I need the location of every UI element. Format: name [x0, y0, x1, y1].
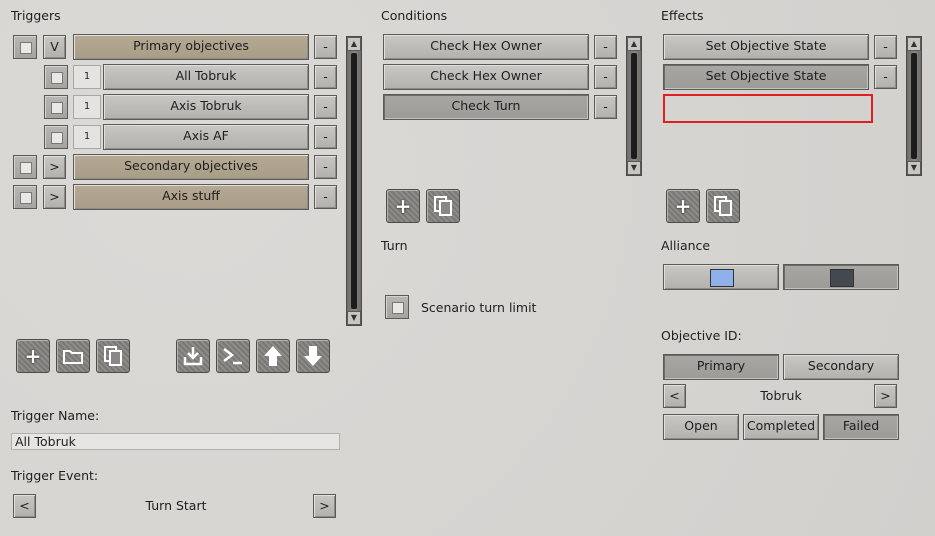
remove-condition-button[interactable]: - [594, 65, 617, 89]
trigger-checkbox[interactable] [44, 125, 68, 149]
trigger-name-field[interactable]: All Tobruk [11, 433, 340, 450]
condition-item[interactable]: Check Hex Owner [383, 34, 589, 60]
trigger-count: 1 [73, 95, 101, 119]
remove-trigger-button[interactable]: - [314, 125, 337, 149]
trigger-event-value: Turn Start [145, 498, 207, 513]
remove-effect-button[interactable]: - [874, 35, 897, 59]
effects-heading: Effects [661, 8, 704, 23]
state-completed-button[interactable]: Completed [743, 414, 819, 440]
copy-icon[interactable] [96, 339, 130, 373]
remove-effect-button[interactable]: - [874, 65, 897, 89]
effects-scrollbar[interactable]: ▲ ▼ [906, 36, 922, 176]
objective-secondary-tab[interactable]: Secondary [783, 354, 899, 380]
trigger-item[interactable]: Axis AF [103, 124, 309, 150]
trigger-group-axis-stuff[interactable]: Axis stuff [73, 184, 309, 210]
scroll-track[interactable] [911, 53, 917, 159]
turn-heading: Turn [381, 238, 408, 253]
scroll-track[interactable] [631, 53, 637, 159]
conditions-scrollbar[interactable]: ▲ ▼ [626, 36, 642, 176]
scroll-up-arrow-icon[interactable]: ▲ [347, 37, 361, 51]
objective-prev-button[interactable]: < [663, 384, 686, 408]
condition-item-selected[interactable]: Check Turn [383, 94, 589, 120]
move-up-icon[interactable] [256, 339, 290, 373]
alliance-heading: Alliance [661, 238, 711, 253]
scroll-up-arrow-icon[interactable]: ▲ [627, 37, 641, 51]
trigger-item[interactable]: Axis Tobruk [103, 94, 309, 120]
trigger-event-label: Trigger Event: [11, 468, 99, 483]
state-open-button[interactable]: Open [663, 414, 739, 440]
allied-color-swatch [710, 269, 734, 287]
add-icon[interactable]: + [16, 339, 50, 373]
remove-trigger-button[interactable]: - [314, 65, 337, 89]
remove-condition-button[interactable]: - [594, 95, 617, 119]
scroll-down-arrow-icon[interactable]: ▼ [347, 311, 361, 325]
objective-id-heading: Objective ID: [661, 328, 742, 343]
trigger-group-secondary[interactable]: Secondary objectives [73, 154, 309, 180]
triggers-heading: Triggers [11, 8, 61, 23]
scroll-down-arrow-icon[interactable]: ▼ [907, 161, 921, 175]
collapse-toggle-button[interactable]: V [43, 35, 66, 59]
move-down-icon[interactable] [296, 339, 330, 373]
trigger-count: 1 [73, 125, 101, 149]
trigger-checkbox[interactable] [13, 185, 37, 209]
turn-limit-checkbox[interactable] [385, 295, 409, 319]
add-condition-icon[interactable]: + [386, 189, 420, 223]
objective-value: Tobruk [760, 388, 802, 403]
scroll-down-arrow-icon[interactable]: ▼ [627, 161, 641, 175]
expand-toggle-button[interactable]: > [43, 185, 66, 209]
remove-trigger-button[interactable]: - [314, 155, 337, 179]
trigger-checkbox[interactable] [44, 65, 68, 89]
trigger-checkbox[interactable] [13, 35, 37, 59]
script-icon[interactable] [216, 339, 250, 373]
add-effect-icon[interactable]: + [666, 189, 700, 223]
remove-condition-button[interactable]: - [594, 35, 617, 59]
trigger-name-label: Trigger Name: [11, 408, 100, 423]
copy-condition-icon[interactable] [426, 189, 460, 223]
effect-item-selected[interactable]: Set Objective State [663, 64, 869, 90]
expand-toggle-button[interactable]: > [43, 155, 66, 179]
highlight-box [663, 94, 873, 123]
alliance-allied-button[interactable] [663, 264, 779, 290]
remove-trigger-button[interactable]: - [314, 95, 337, 119]
conditions-heading: Conditions [381, 8, 448, 23]
remove-trigger-button[interactable]: - [314, 185, 337, 209]
trigger-checkbox[interactable] [44, 95, 68, 119]
scroll-up-arrow-icon[interactable]: ▲ [907, 37, 921, 51]
objective-next-button[interactable]: > [874, 384, 897, 408]
remove-trigger-button[interactable]: - [314, 35, 337, 59]
axis-color-swatch [830, 269, 854, 287]
turn-limit-label: Scenario turn limit [421, 300, 537, 315]
event-next-button[interactable]: > [313, 494, 336, 518]
alliance-axis-button[interactable] [783, 264, 899, 290]
copy-effect-icon[interactable] [706, 189, 740, 223]
state-failed-button[interactable]: Failed [823, 414, 899, 440]
trigger-count: 1 [73, 65, 101, 89]
condition-item[interactable]: Check Hex Owner [383, 64, 589, 90]
trigger-group-primary[interactable]: Primary objectives [73, 34, 309, 60]
event-prev-button[interactable]: < [13, 494, 36, 518]
triggers-scrollbar[interactable]: ▲ ▼ [346, 36, 362, 326]
effect-item[interactable]: Set Objective State [663, 34, 869, 60]
trigger-checkbox[interactable] [13, 155, 37, 179]
import-icon[interactable] [176, 339, 210, 373]
objective-primary-tab[interactable]: Primary [663, 354, 779, 380]
folder-icon[interactable] [56, 339, 90, 373]
scroll-track[interactable] [351, 53, 357, 309]
trigger-item[interactable]: All Tobruk [103, 64, 309, 90]
